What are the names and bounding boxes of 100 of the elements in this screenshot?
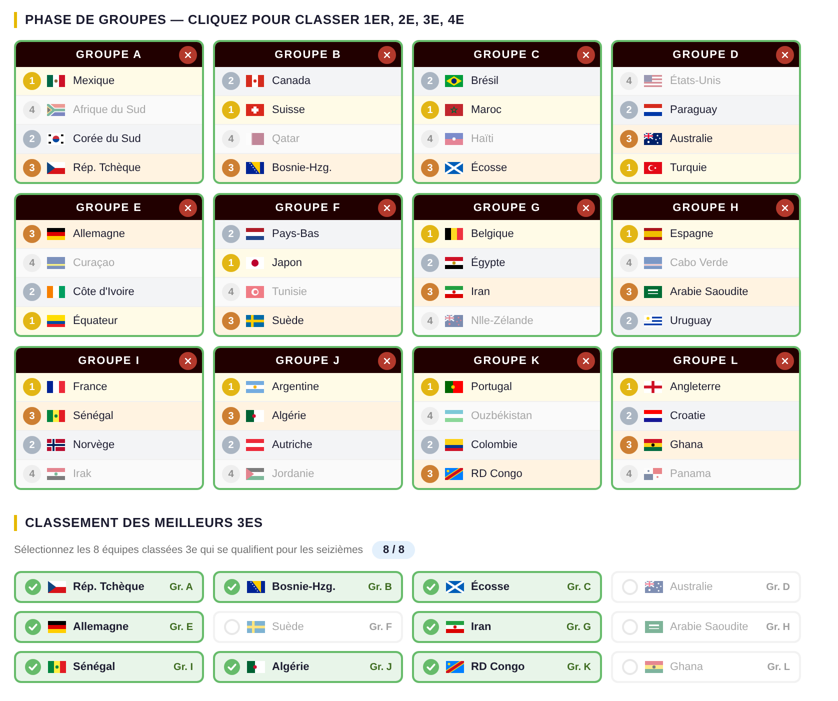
team-row[interactable]: 1 Maroc [414,95,600,124]
team-row[interactable]: 1 Équateur [16,306,202,335]
close-button[interactable] [179,198,197,216]
team-name: Tunisie [272,286,308,298]
team-row[interactable]: 1 Angleterre [613,373,799,401]
close-button[interactable] [776,46,794,64]
team-row[interactable]: 3 Algérie [215,401,401,430]
close-button[interactable] [577,198,595,216]
flag-icon [644,410,662,422]
close-button[interactable] [378,198,396,216]
team-name: Allemagne [73,228,125,240]
team-row[interactable]: 2 Brésil [414,67,600,95]
team-row[interactable]: 1 Suisse [215,95,401,124]
team-row[interactable]: 2 Canada [215,67,401,95]
close-button[interactable] [577,352,595,370]
team-row[interactable]: 3 Allemagne [16,220,202,248]
team-row[interactable]: 1 Portugal [414,373,600,401]
flag-icon [47,468,65,480]
team-row[interactable]: 2 Égypte [414,248,600,277]
team-row[interactable]: 3 Ghana [613,430,799,459]
rank-badge: 4 [23,465,41,483]
team-row[interactable]: 2 Uruguay [613,306,799,335]
third-place-option[interactable]: Allemagne Gr. E [14,611,204,643]
team-row[interactable]: 2 Autriche [215,430,401,459]
team-row[interactable]: 1 Turquie [613,153,799,182]
close-button[interactable] [378,352,396,370]
flag-icon [246,228,264,240]
close-button[interactable] [776,352,794,370]
rank-badge: 4 [222,283,240,301]
flag-icon [445,104,463,116]
check-circle-icon [423,579,439,595]
team-name: Japon [272,257,302,269]
group-title: GROUPE C [474,48,540,60]
team-row[interactable]: 1 Japon [215,248,401,277]
team-row[interactable]: 3 Écosse [414,153,600,182]
team-name: Irak [73,468,92,480]
close-button[interactable] [378,46,396,64]
third-place-option[interactable]: Algérie Gr. J [213,651,403,683]
flag-icon [644,133,662,145]
team-row[interactable]: 3 Arabie Saoudite [613,277,799,306]
flag-icon [47,439,65,451]
flag-icon [644,257,662,269]
team-row[interactable]: 3 RD Congo [414,459,600,488]
team-row[interactable]: 2 Croatie [613,401,799,430]
team-name: Bosnie-Hzg. [272,581,337,593]
rank-badge: 3 [23,225,41,243]
third-place-option[interactable]: Écosse Gr. C [412,571,602,603]
third-place-option[interactable]: Iran Gr. G [412,611,602,643]
team-name: Ghana [670,661,704,673]
team-row[interactable]: 2 Côte d'Ivoire [16,277,202,306]
team-row[interactable]: 2 Paraguay [613,95,799,124]
flag-icon [47,75,65,87]
flag-icon [246,257,264,269]
close-icon [185,358,191,364]
flag-icon [48,621,66,633]
team-row[interactable]: 2 Pays-Bas [215,220,401,248]
close-button[interactable] [776,198,794,216]
group-label: Gr. L [767,662,790,672]
rank-badge: 1 [222,254,240,272]
flag-icon [48,661,66,673]
team-name: France [73,381,108,393]
flag-icon [445,133,463,145]
team-row[interactable]: 1 Mexique [16,67,202,95]
close-icon [185,52,191,58]
team-row[interactable]: 3 Bosnie-Hzg. [215,153,401,182]
team-row[interactable]: 1 France [16,373,202,401]
third-place-option[interactable]: Rép. Tchèque Gr. A [14,571,204,603]
rank-badge: 2 [23,436,41,454]
team-row[interactable]: 3 Australie [613,124,799,153]
rank-badge: 1 [421,225,439,243]
team-name: Belgique [471,228,514,240]
team-row[interactable]: 1 Espagne [613,220,799,248]
team-row[interactable]: 2 Corée du Sud [16,124,202,153]
team-row[interactable]: 3 Suède [215,306,401,335]
team-row[interactable]: 1 Argentine [215,373,401,401]
team-row[interactable]: 2 Norvège [16,430,202,459]
rank-badge: 4 [620,465,638,483]
group-label: Gr. H [766,622,790,632]
team-row[interactable]: 3 Sénégal [16,401,202,430]
flag-icon [644,468,662,480]
rank-badge: 1 [23,72,41,90]
group-title: GROUPE H [672,202,740,214]
close-button[interactable] [577,46,595,64]
flag-icon [445,162,463,174]
team-row[interactable]: 2 Colombie [414,430,600,459]
team-row[interactable]: 3 Rép. Tchèque [16,153,202,182]
flag-icon [47,162,65,174]
team-row[interactable]: 1 Belgique [414,220,600,248]
rank-badge: 3 [620,436,638,454]
team-name: Jordanie [272,468,314,480]
rank-badge: 2 [421,254,439,272]
close-button[interactable] [179,46,197,64]
third-place-option[interactable]: RD Congo Gr. K [412,651,602,683]
close-button[interactable] [179,352,197,370]
team-name: Australie [670,581,714,593]
third-place-option[interactable]: Bosnie-Hzg. Gr. B [213,571,403,603]
team-name: Espagne [670,228,714,240]
team-name: Rép. Tchèque [73,162,141,174]
team-row[interactable]: 3 Iran [414,277,600,306]
third-place-option[interactable]: Sénégal Gr. I [14,651,204,683]
